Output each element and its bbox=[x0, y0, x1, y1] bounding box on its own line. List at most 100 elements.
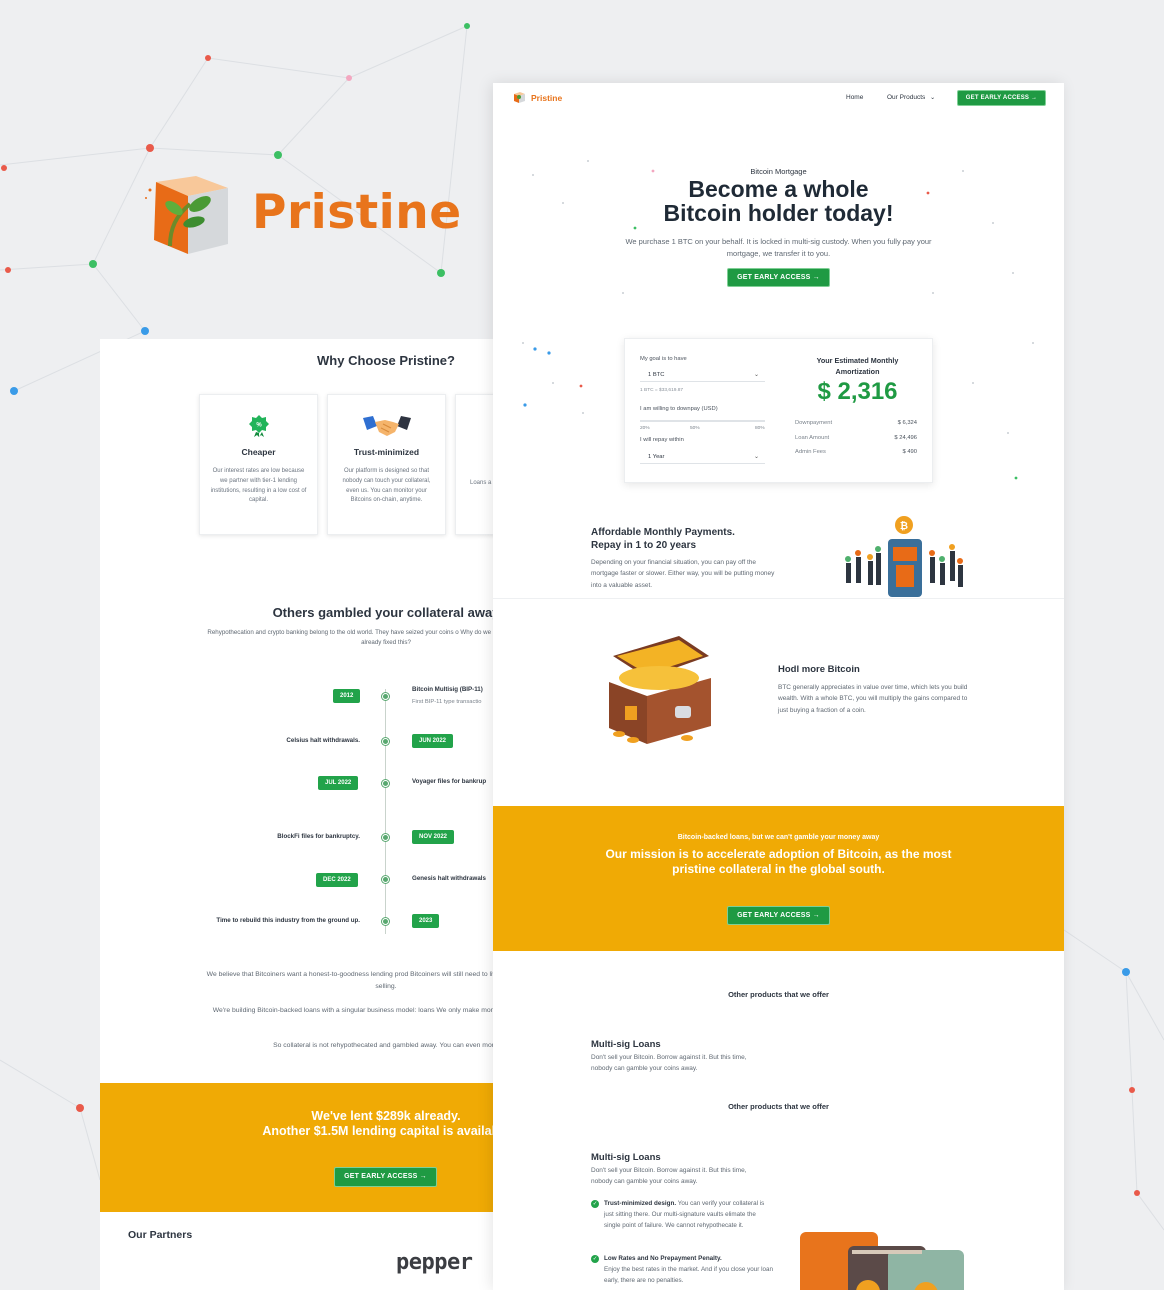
timeline-badge: DEC 2022 bbox=[316, 873, 358, 887]
feature-card-trust: Trust-minimized Our platform is designed… bbox=[327, 394, 446, 535]
affordable-title: Affordable Monthly Payments. Repay in 1 … bbox=[591, 527, 735, 551]
goal-select[interactable]: 1 BTC ⌄ bbox=[640, 369, 765, 382]
brand-logo[interactable]: Pristine bbox=[513, 91, 562, 104]
mortgage-calculator: My goal is to have 1 BTC ⌄ 1 BTC = $33,6… bbox=[624, 338, 933, 483]
downpay-slider[interactable] bbox=[640, 420, 765, 422]
timeline-event-sub: First BIP-11 type transactio bbox=[412, 699, 482, 705]
partners-title: Our Partners bbox=[128, 1229, 193, 1241]
timeline-badge: NOV 2022 bbox=[412, 830, 455, 844]
wallets-illustration bbox=[800, 1232, 964, 1290]
estimate-amount: $ 2,316 bbox=[817, 378, 898, 405]
timeline-event: Genesis halt withdrawals bbox=[412, 875, 486, 882]
mission-eyebrow: Bitcoin-backed loans, but we can't gambl… bbox=[677, 834, 880, 841]
check-icon: ✓ bbox=[591, 1255, 599, 1263]
loan-amount-value: $ 24,496 bbox=[894, 435, 917, 441]
belief-paragraph: We believe that Bitcoiners want a honest… bbox=[206, 971, 520, 990]
timeline-badge: 2012 bbox=[333, 689, 361, 703]
nav-get-early-access-button[interactable]: GET EARLY ACCESS → bbox=[957, 90, 1046, 106]
repay-select[interactable]: 1 Year ⌄ bbox=[640, 451, 765, 464]
other-products-title: Other products that we offer bbox=[728, 990, 829, 999]
feature-low-rates: Low Rates and No Prepayment Penalty. Enjo… bbox=[604, 1255, 774, 1284]
nav-home-link[interactable]: Home bbox=[846, 94, 863, 101]
brand-name-large: Pristine bbox=[252, 184, 462, 240]
hero-description: We purchase 1 BTC on your behalf. It is … bbox=[625, 237, 932, 258]
feature-desc: Our interest rates are low because we pa… bbox=[210, 468, 307, 504]
feature-card-cheaper: % Cheaper Our interest rates are low bec… bbox=[199, 394, 318, 535]
handshake-icon bbox=[362, 416, 411, 436]
admin-fees-value: $ 490 bbox=[902, 449, 917, 455]
svg-text:₿: ₿ bbox=[900, 520, 908, 532]
timeline-event: Celsius halt withdrawals. bbox=[286, 737, 360, 744]
feature-desc: Our platform is designed so that nobody … bbox=[342, 468, 431, 504]
btc-rate: 1 BTC = $33,619.87 bbox=[640, 388, 684, 393]
brand-name: Pristine bbox=[531, 92, 563, 103]
timeline-event: Time to rebuild this industry from the g… bbox=[216, 917, 360, 924]
repay-label: I will repay within bbox=[640, 437, 684, 443]
timeline-event: BlockFi files for bankruptcy. bbox=[277, 833, 360, 840]
check-icon: ✓ bbox=[591, 1200, 599, 1208]
hodl-description: BTC generally appreciates in value over … bbox=[778, 684, 968, 714]
slider-tick: 50% bbox=[690, 426, 700, 431]
loan-amount-label: Loan Amount bbox=[795, 435, 830, 441]
hero-title: Become a whole Bitcoin holder today! bbox=[663, 176, 894, 226]
bitcoin-atm-crowd-illustration: ₿ bbox=[845, 516, 963, 597]
hodl-title: Hodl more Bitcoin bbox=[778, 664, 860, 675]
timeline-dot bbox=[382, 738, 389, 745]
feature-trust-minimized: Trust-minimized design. You can verify y… bbox=[604, 1200, 765, 1229]
slider-tick: 80% bbox=[755, 426, 765, 431]
collateral-paragraph: So collateral is not rehypothecated and … bbox=[273, 1042, 499, 1049]
gambled-title: Others gambled your collateral away bbox=[272, 605, 500, 620]
left-page-preview: Why Choose Pristine? % Cheaper Our inter… bbox=[100, 339, 520, 1290]
timeline-dot bbox=[382, 918, 389, 925]
mission-get-early-access-button[interactable]: GET EARLY ACCESS → bbox=[727, 906, 830, 925]
timeline-badge: JUL 2022 bbox=[318, 776, 359, 790]
multisig-description: Don't sell your Bitcoin. Borrow against … bbox=[591, 1167, 747, 1186]
hero-get-early-access-button[interactable]: GET EARLY ACCESS → bbox=[727, 268, 830, 287]
downpayment-label: Downpayment bbox=[795, 420, 833, 426]
treasure-chest-illustration bbox=[609, 636, 711, 744]
timeline-dot bbox=[382, 693, 389, 700]
timeline-dot bbox=[382, 834, 389, 841]
business-model-paragraph: We're building Bitcoin-backed loans with… bbox=[212, 1007, 520, 1014]
estimate-title: Your Estimated Monthly Amortization bbox=[816, 356, 899, 376]
lent-headline: We've lent $289k already. Another $1.5M … bbox=[262, 1109, 510, 1138]
downpayment-value: $ 6,324 bbox=[897, 420, 917, 426]
timeline-event: Voyager files for bankrup bbox=[412, 778, 487, 785]
lent-banner: We've lent $289k already. Another $1.5M … bbox=[100, 1083, 520, 1212]
right-page-preview: Pristine Home Our Products ⌄ GET EARLY A… bbox=[493, 83, 1064, 1290]
brand-logo-large: Pristine bbox=[140, 168, 462, 256]
timeline-line bbox=[385, 689, 386, 934]
pepper-logo: pepper bbox=[396, 1250, 473, 1275]
timeline-badge: 2023 bbox=[412, 914, 440, 928]
mission-banner: Bitcoin-backed loans, but we can't gambl… bbox=[493, 806, 1064, 951]
discount-badge-icon: % bbox=[248, 415, 269, 437]
why-choose-title: Why Choose Pristine? bbox=[317, 353, 455, 368]
timeline-dot bbox=[382, 876, 389, 883]
multisig-description: Don't sell your Bitcoin. Borrow against … bbox=[591, 1054, 747, 1073]
get-early-access-button[interactable]: GET EARLY ACCESS → bbox=[334, 1167, 437, 1187]
feature-title: Trust-minimized bbox=[353, 447, 420, 457]
chevron-down-icon: ⌄ bbox=[753, 372, 759, 378]
feature-title: Cheaper bbox=[241, 447, 276, 457]
timeline-event: Bitcoin Multisig (BIP-11) bbox=[412, 686, 483, 693]
multisig-title: Multi-sig Loans bbox=[591, 1152, 661, 1163]
multisig-title: Multi-sig Loans bbox=[591, 1039, 661, 1050]
section-divider bbox=[493, 598, 1064, 599]
downpay-label: I am willing to downpay (USD) bbox=[640, 406, 718, 412]
svg-text:%: % bbox=[256, 423, 262, 429]
nav-products-dropdown[interactable]: Our Products ⌄ bbox=[887, 94, 935, 101]
chevron-down-icon: ⌄ bbox=[753, 454, 759, 460]
slider-tick: 20% bbox=[640, 426, 650, 431]
mission-statement: Our mission is to accelerate adoption of… bbox=[605, 847, 952, 876]
goal-label: My goal is to have bbox=[640, 356, 687, 362]
pristine-cube-icon bbox=[145, 176, 228, 254]
admin-fees-label: Admin Fees bbox=[795, 449, 826, 455]
chevron-down-icon: ⌄ bbox=[930, 95, 936, 101]
affordable-description: Depending on your financial situation, y… bbox=[591, 559, 775, 589]
timeline-badge: JUN 2022 bbox=[412, 734, 454, 748]
other-products-title: Other products that we offer bbox=[728, 1102, 829, 1111]
pristine-cube-icon bbox=[514, 92, 525, 103]
hero-eyebrow: Bitcoin Mortgage bbox=[750, 167, 807, 176]
gambled-subtitle: Rehypothecation and crypto banking belon… bbox=[207, 629, 520, 646]
timeline-dot bbox=[382, 780, 389, 787]
